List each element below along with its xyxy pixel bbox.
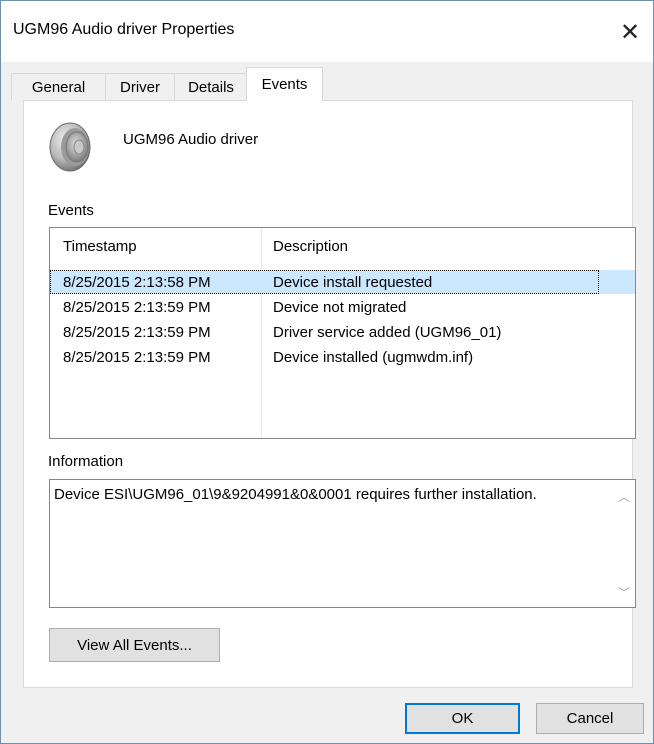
cancel-button[interactable]: Cancel <box>536 703 644 734</box>
information-scrollbar[interactable]: ︿ ﹀ <box>613 480 635 607</box>
event-row[interactable]: 8/25/2015 2:13:59 PM Device not migrated <box>50 295 635 319</box>
ok-button[interactable]: OK <box>405 703 520 734</box>
device-name: UGM96 Audio driver <box>123 131 259 148</box>
tab-details[interactable]: Details <box>174 73 248 100</box>
event-timestamp: 8/25/2015 2:13:59 PM <box>63 299 211 316</box>
scroll-up-icon[interactable]: ︿ <box>617 488 631 504</box>
event-description: Device not migrated <box>273 299 407 316</box>
information-text: Device ESI\UGM96_01\9&9204991&0&0001 req… <box>54 486 537 503</box>
column-header-description[interactable]: Description <box>273 238 348 255</box>
tab-events[interactable]: Events <box>246 67 323 101</box>
tab-general[interactable]: General <box>11 73 106 100</box>
event-timestamp: 8/25/2015 2:13:59 PM <box>63 324 211 341</box>
information-textbox[interactable]: Device ESI\UGM96_01\9&9204991&0&0001 req… <box>49 479 636 608</box>
event-timestamp: 8/25/2015 2:13:59 PM <box>63 349 211 366</box>
event-description: Device install requested <box>273 274 433 291</box>
speaker-icon <box>48 121 100 173</box>
event-row[interactable]: 8/25/2015 2:13:58 PM Device install requ… <box>50 270 635 294</box>
event-row[interactable]: 8/25/2015 2:13:59 PM Driver service adde… <box>50 320 635 344</box>
view-all-events-button[interactable]: View All Events... <box>49 628 220 662</box>
properties-dialog: UGM96 Audio driver Properties ✕ General … <box>0 0 654 744</box>
scroll-down-icon[interactable]: ﹀ <box>617 584 631 600</box>
close-icon: ✕ <box>619 18 641 46</box>
information-section-label: Information <box>48 453 124 470</box>
event-description: Device installed (ugmwdm.inf) <box>273 349 474 366</box>
tab-driver[interactable]: Driver <box>105 73 175 100</box>
window-title: UGM96 Audio driver Properties <box>13 21 235 38</box>
title-bar: UGM96 Audio driver Properties ✕ <box>1 1 653 62</box>
events-list[interactable]: Timestamp Description 8/25/2015 2:13:58 … <box>49 227 636 439</box>
event-row[interactable]: 8/25/2015 2:13:59 PM Device installed (u… <box>50 345 635 369</box>
event-timestamp: 8/25/2015 2:13:58 PM <box>63 274 211 291</box>
close-button[interactable]: ✕ <box>607 9 653 55</box>
event-description: Driver service added (UGM96_01) <box>273 324 502 341</box>
events-section-label: Events <box>48 202 94 219</box>
column-header-timestamp[interactable]: Timestamp <box>63 238 137 255</box>
